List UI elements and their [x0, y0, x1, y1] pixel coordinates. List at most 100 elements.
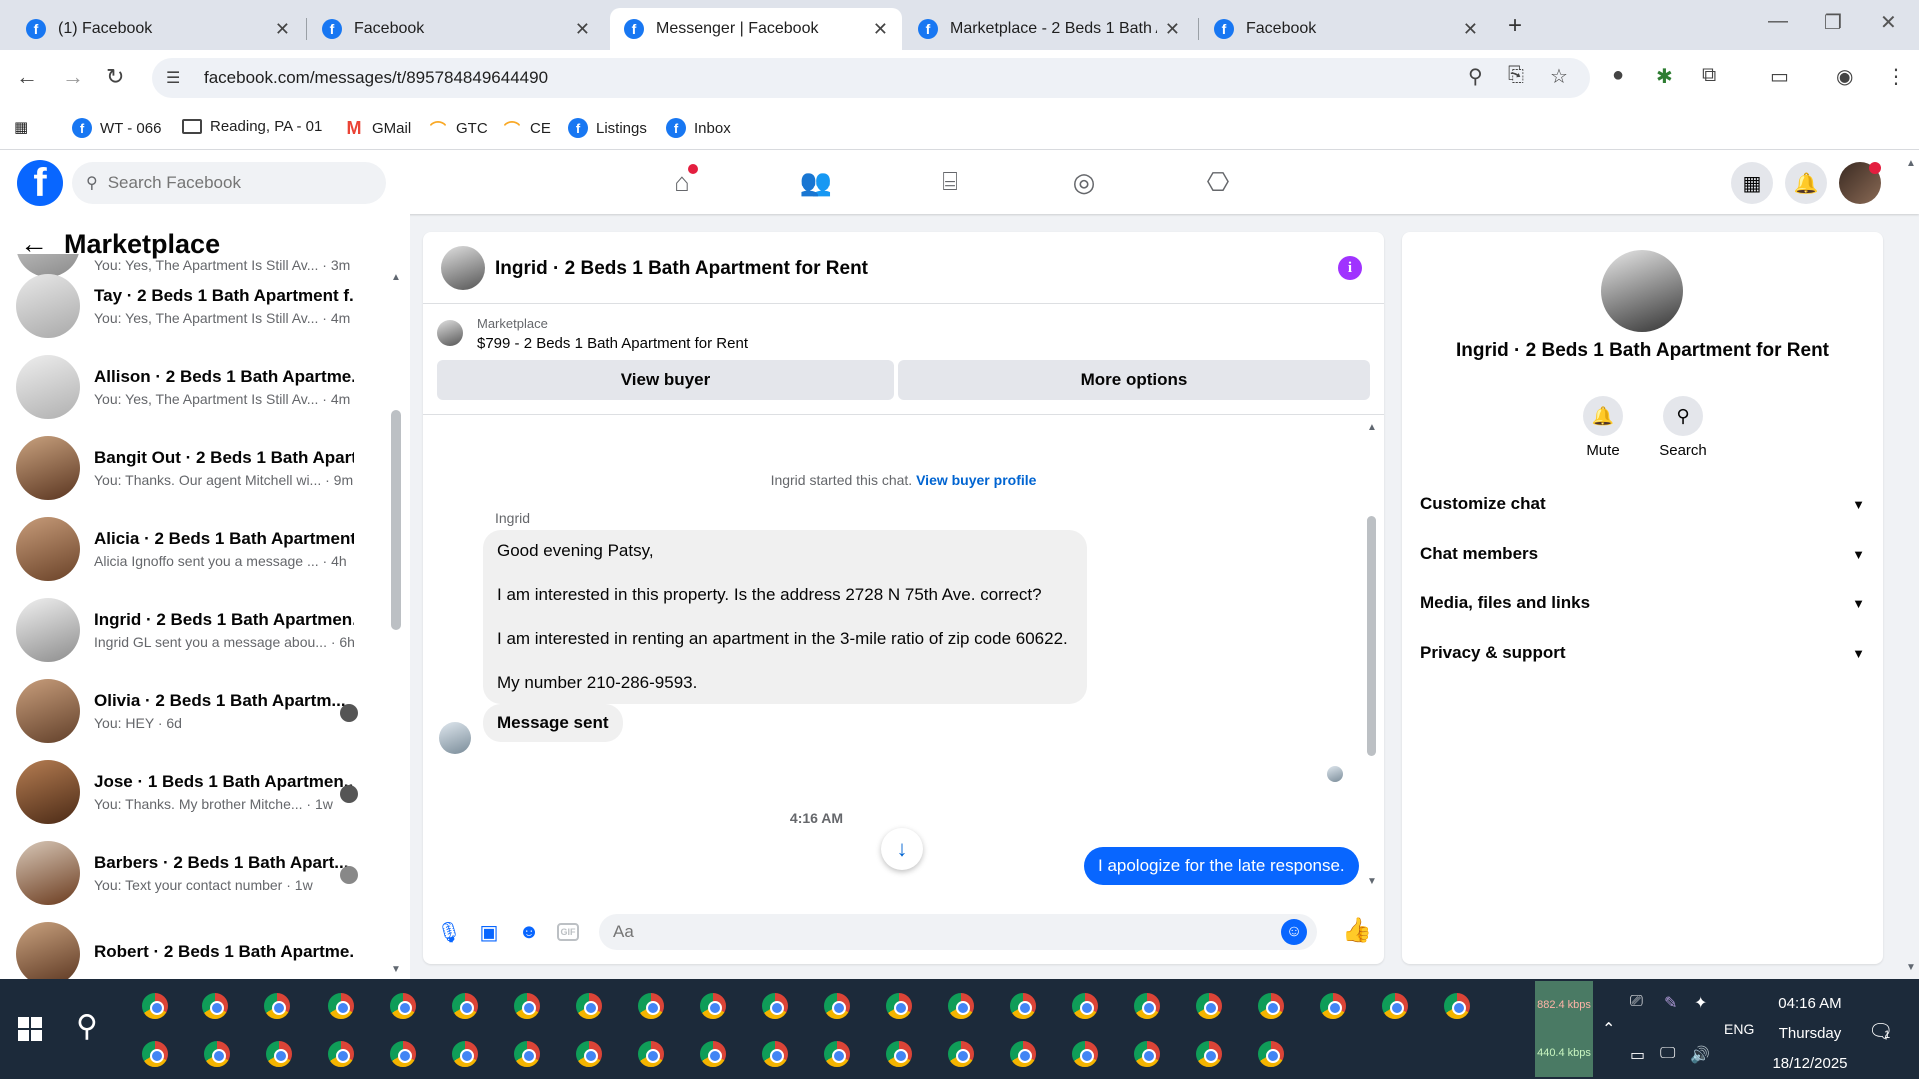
media-files-links-section[interactable]: Media, files and links ▼	[1420, 593, 1865, 613]
chrome-taskbar-icon[interactable]	[760, 991, 790, 1021]
search-chat-button[interactable]: ⚲ Search	[1648, 396, 1718, 459]
restore-window-icon[interactable]: ❐	[1824, 10, 1842, 35]
chrome-taskbar-icon[interactable]	[512, 991, 542, 1021]
chrome-taskbar-icon[interactable]	[636, 1039, 666, 1069]
bookmark-gtc[interactable]: ⌒ GTC	[428, 118, 488, 140]
emoji-icon[interactable]: ☺	[1281, 919, 1307, 945]
chrome-taskbar-icon[interactable]	[326, 1039, 356, 1069]
browser-tab-2[interactable]: f Facebook ✕	[308, 8, 604, 50]
bookmark-star-icon[interactable]: ☆	[1550, 64, 1568, 89]
chrome-taskbar-icon[interactable]	[326, 991, 356, 1021]
scroll-down-arrow-icon[interactable]: ▼	[1367, 876, 1377, 887]
bookmark-listings[interactable]: f Listings	[568, 118, 647, 138]
chrome-taskbar-icon[interactable]	[574, 1039, 604, 1069]
mute-button[interactable]: 🔔 Mute	[1568, 396, 1638, 459]
forward-arrow-icon[interactable]: →	[62, 64, 84, 90]
notification-center-icon[interactable]: 🗨 1	[1868, 1019, 1893, 1044]
incoming-message-bubble[interactable]: Good evening Patsy, I am interested in t…	[483, 530, 1087, 704]
contact-avatar[interactable]	[1601, 250, 1683, 332]
chrome-taskbar-icon[interactable]	[1318, 991, 1348, 1021]
marketplace-icon[interactable]: ⌸	[930, 164, 970, 200]
menu-grid-icon[interactable]: ▦	[1731, 162, 1773, 204]
home-icon[interactable]: ⌂	[662, 164, 702, 200]
chrome-taskbar-icon[interactable]	[822, 1039, 852, 1069]
cookie-extension-icon[interactable]: ●	[1612, 64, 1624, 87]
facebook-logo-icon[interactable]: f	[17, 160, 63, 206]
chrome-taskbar-icon[interactable]	[884, 991, 914, 1021]
conversation-item[interactable]: Tay · 2 Beds 1 Bath Apartment f... You: Y…	[16, 271, 386, 341]
install-app-icon[interactable]: ⎘	[1508, 64, 1524, 87]
view-buyer-profile-link[interactable]: View buyer profile	[916, 472, 1036, 488]
chrome-taskbar-icon[interactable]	[450, 1039, 480, 1069]
gaming-icon[interactable]: ⎔	[1198, 164, 1238, 200]
chrome-taskbar-icon[interactable]	[262, 991, 292, 1021]
chrome-taskbar-icon[interactable]	[1194, 991, 1224, 1021]
chrome-taskbar-icon[interactable]	[822, 991, 852, 1021]
chrome-taskbar-icon[interactable]	[1008, 1039, 1038, 1069]
browser-tab-4[interactable]: f Marketplace - 2 Beds 1 Bath Ap ✕	[904, 8, 1194, 50]
bookmark-wt-066[interactable]: f WT - 066	[72, 118, 161, 138]
message-sent-bubble[interactable]: Message sent	[483, 704, 623, 742]
chrome-taskbar-icon[interactable]	[574, 991, 604, 1021]
chrome-taskbar-icon[interactable]	[698, 1039, 728, 1069]
conversation-item[interactable]: Olivia · 2 Beds 1 Bath Apartm... You: HEY…	[16, 676, 386, 746]
address-url[interactable]: facebook.com/messages/t/895784849644490	[204, 68, 548, 88]
conversation-item[interactable]: Bangit Out · 2 Beds 1 Bath Apart... You: …	[16, 433, 386, 503]
site-settings-icon[interactable]: ☰	[166, 68, 186, 88]
chat-scrollbar[interactable]	[1367, 516, 1376, 756]
chrome-taskbar-icon[interactable]	[1070, 991, 1100, 1021]
sticker-icon[interactable]: ☻	[517, 920, 541, 944]
friends-icon[interactable]: 👥	[796, 164, 836, 200]
apps-grid-icon[interactable]: ▦	[14, 118, 28, 136]
scroll-down-arrow-icon[interactable]: ▼	[391, 964, 401, 975]
dropbox-icon[interactable]: ✦	[1694, 993, 1707, 1013]
conversation-item[interactable]: Ingrid · 2 Beds 1 Bath Apartmen... Ingrid…	[16, 595, 386, 665]
browser-tab-1[interactable]: f (1) Facebook ✕	[12, 8, 304, 50]
bookmark-gmail[interactable]: M GMail	[344, 118, 412, 138]
chrome-taskbar-icon[interactable]	[946, 1039, 976, 1069]
chrome-taskbar-icon[interactable]	[1008, 991, 1038, 1021]
chrome-taskbar-icon[interactable]	[140, 1039, 170, 1069]
photo-icon[interactable]: ▣	[477, 920, 501, 944]
chrome-taskbar-icon[interactable]	[1256, 1039, 1286, 1069]
minimize-window-icon[interactable]: —	[1768, 10, 1788, 33]
browser-tab-5[interactable]: f Facebook ✕	[1200, 8, 1492, 50]
extensions-puzzle-icon[interactable]: ⧉	[1702, 64, 1716, 87]
close-tab-icon[interactable]: ✕	[1165, 19, 1180, 40]
scroll-up-arrow-icon[interactable]: ▲	[1367, 422, 1377, 433]
show-hidden-icons-chevron-icon[interactable]: ⌃	[1602, 1019, 1615, 1039]
thumbs-up-icon[interactable]: 👍	[1342, 917, 1372, 944]
close-tab-icon[interactable]: ✕	[275, 19, 290, 40]
back-arrow-icon[interactable]: ←	[16, 64, 38, 90]
address-bar[interactable]: ☰ facebook.com/messages/t/89578484964449…	[152, 58, 1590, 98]
chrome-taskbar-icon[interactable]	[1442, 991, 1472, 1021]
close-tab-icon[interactable]: ✕	[873, 19, 888, 40]
chrome-taskbar-icon[interactable]	[1194, 1039, 1224, 1069]
chrome-taskbar-icon[interactable]	[946, 991, 976, 1021]
scroll-up-arrow-icon[interactable]: ▲	[391, 272, 401, 283]
chrome-taskbar-icon[interactable]	[512, 1039, 542, 1069]
close-window-icon[interactable]: ✕	[1880, 10, 1897, 35]
extension-icon[interactable]: ✱	[1656, 64, 1673, 89]
chrome-taskbar-icon[interactable]	[202, 1039, 232, 1069]
notifications-bell-icon[interactable]: 🔔	[1785, 162, 1827, 204]
facebook-search[interactable]: ⚲	[72, 162, 386, 204]
chrome-taskbar-icon[interactable]	[450, 991, 480, 1021]
browser-tab-3-active[interactable]: f Messenger | Facebook ✕	[610, 8, 902, 50]
bookmark-reading-pa[interactable]: Reading, PA - 01	[182, 118, 322, 135]
outgoing-message-bubble[interactable]: I apologize for the late response.	[1084, 847, 1359, 885]
close-tab-icon[interactable]: ✕	[575, 19, 590, 40]
chrome-taskbar-icon[interactable]	[1070, 1039, 1100, 1069]
sender-avatar[interactable]	[439, 722, 471, 754]
conversation-item[interactable]: Jose · 1 Beds 1 Bath Apartmen... You: Tha…	[16, 757, 386, 827]
chat-members-section[interactable]: Chat members ▼	[1420, 544, 1865, 564]
customize-chat-section[interactable]: Customize chat ▼	[1420, 494, 1865, 514]
new-tab-plus-icon[interactable]: +	[1508, 12, 1522, 40]
network-icon[interactable]: 🖵	[1660, 1045, 1675, 1063]
taskbar-clock[interactable]: 04:16 AM Thursday 18/12/2025	[1760, 989, 1860, 1079]
zoom-icon[interactable]: ⚲	[1468, 64, 1483, 89]
tray-display-icon[interactable]: ⎚	[1630, 993, 1643, 1011]
reload-icon[interactable]: ↻	[106, 64, 124, 90]
taskbar-search-icon[interactable]: ⚲	[76, 1009, 98, 1044]
language-indicator[interactable]: ENG	[1724, 1021, 1754, 1037]
